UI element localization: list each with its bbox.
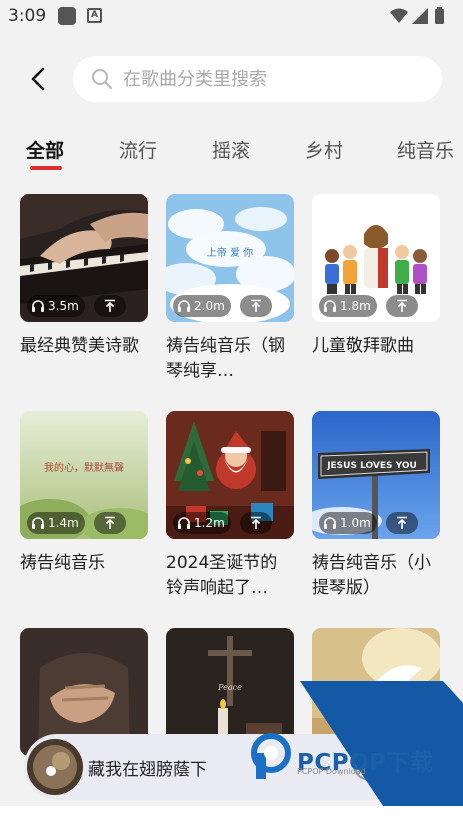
upload-icon bbox=[105, 299, 115, 312]
playlist-title: 祷告纯音乐（钢琴纯享… bbox=[166, 336, 285, 381]
a-notification-icon: A bbox=[87, 8, 102, 23]
cover-caption: JESUS LOVES YOU bbox=[326, 461, 417, 471]
play-indicator-dot bbox=[46, 766, 56, 776]
play-count: 1.0m bbox=[340, 516, 371, 530]
headphones-icon bbox=[324, 300, 336, 312]
upload-icon bbox=[397, 516, 407, 529]
play-count: 1.2m bbox=[194, 516, 225, 530]
play-count-badge: 3.5m bbox=[27, 295, 85, 317]
playlist-cover: 我的心，默默無聲 1.4m bbox=[20, 411, 148, 539]
status-time: 3:09 bbox=[8, 6, 47, 26]
play-count-badge: 2.0m bbox=[173, 295, 231, 317]
headphones-icon bbox=[178, 300, 190, 312]
headphones-icon bbox=[324, 517, 336, 529]
playlist-cover: 上帝 爱 你 2.0m bbox=[166, 194, 294, 322]
search-input[interactable] bbox=[123, 56, 423, 102]
search-icon bbox=[92, 69, 113, 90]
playlist-card[interactable]: 我的心，默默無聲 1.4m 祷告纯音乐 bbox=[20, 411, 148, 576]
upload-icon bbox=[251, 516, 261, 529]
headphones-icon bbox=[178, 517, 190, 529]
back-button[interactable] bbox=[22, 62, 56, 96]
tab-pop[interactable]: 流行 bbox=[119, 136, 157, 163]
album-disc[interactable] bbox=[27, 739, 83, 795]
playlist-card[interactable]: 3.5m 最经典赞美诗歌 bbox=[20, 194, 148, 359]
upload-icon bbox=[105, 516, 115, 529]
watermark-subtitle: PCPOP Download bbox=[297, 767, 366, 776]
share-button[interactable] bbox=[386, 295, 418, 317]
play-count: 3.5m bbox=[48, 299, 79, 313]
playlist-card[interactable]: 上帝 爱 你 2.0m 祷告纯音乐（钢琴纯享… bbox=[166, 194, 294, 384]
playlist-cover: JESUS LOVES YOU 1.0m bbox=[312, 411, 440, 539]
share-button[interactable] bbox=[240, 295, 272, 317]
play-count: 1.4m bbox=[48, 516, 79, 530]
cover-caption: Peace bbox=[217, 683, 242, 692]
cover-caption: 我的心，默默無聲 bbox=[44, 461, 124, 474]
play-count: 1.8m bbox=[340, 299, 371, 313]
playlist-cover: 1.2m bbox=[166, 411, 294, 539]
playlist-title: 最经典赞美诗歌 bbox=[20, 336, 139, 356]
category-tabs: 全部 流行 摇滚 乡村 纯音乐 bbox=[0, 130, 463, 176]
play-count: 2.0m bbox=[194, 299, 225, 313]
playlist-title: 儿童敬拜歌曲 bbox=[312, 336, 414, 356]
headphones-icon bbox=[32, 517, 44, 529]
playlist-card[interactable]: 1.2m 2024圣诞节的铃声响起了… bbox=[166, 411, 294, 601]
playlist-title: 祷告纯音乐（小提琴版） bbox=[312, 553, 431, 598]
status-signal-battery-icons bbox=[390, 7, 444, 24]
bottom-safe-area bbox=[0, 806, 463, 824]
status-bar: 3:09 A bbox=[0, 0, 463, 32]
wifi-icon bbox=[390, 8, 408, 23]
play-count-badge: 1.4m bbox=[27, 512, 85, 534]
play-count-badge: 1.0m bbox=[319, 512, 377, 534]
headphones-icon bbox=[32, 300, 44, 312]
upload-icon bbox=[251, 299, 261, 312]
upload-icon bbox=[397, 299, 407, 312]
playlist-title: 祷告纯音乐 bbox=[20, 553, 105, 573]
now-playing-title: 藏我在翅膀蔭下 bbox=[88, 760, 207, 780]
search-box[interactable] bbox=[73, 56, 442, 102]
share-button[interactable] bbox=[386, 512, 418, 534]
cover-caption: 上帝 爱 你 bbox=[207, 246, 253, 259]
playlist-title: 2024圣诞节的铃声响起了… bbox=[166, 553, 278, 598]
play-count-badge: 1.2m bbox=[173, 512, 231, 534]
app-notification-icon bbox=[58, 7, 76, 25]
tab-country[interactable]: 乡村 bbox=[305, 136, 343, 163]
share-button[interactable] bbox=[240, 512, 272, 534]
signal-icon bbox=[412, 8, 428, 24]
play-count-badge: 1.8m bbox=[319, 295, 377, 317]
pcpop-logo bbox=[251, 733, 291, 779]
tab-instrumental[interactable]: 纯音乐 bbox=[397, 136, 454, 163]
share-button[interactable] bbox=[94, 512, 126, 534]
back-arrow-icon bbox=[31, 67, 45, 91]
battery-icon bbox=[435, 9, 444, 24]
playlist-cover: 1.8m bbox=[312, 194, 440, 322]
playlist-cover: 3.5m bbox=[20, 194, 148, 322]
playlist-card[interactable]: 1.8m 儿童敬拜歌曲 bbox=[312, 194, 440, 359]
active-tab-indicator bbox=[30, 166, 62, 170]
tab-rock[interactable]: 摇滚 bbox=[212, 136, 250, 163]
tab-all[interactable]: 全部 bbox=[26, 136, 64, 163]
share-button[interactable] bbox=[94, 295, 126, 317]
playlist-card[interactable]: JESUS LOVES YOU 1.0m 祷告纯音乐（小提琴版） bbox=[312, 411, 440, 601]
